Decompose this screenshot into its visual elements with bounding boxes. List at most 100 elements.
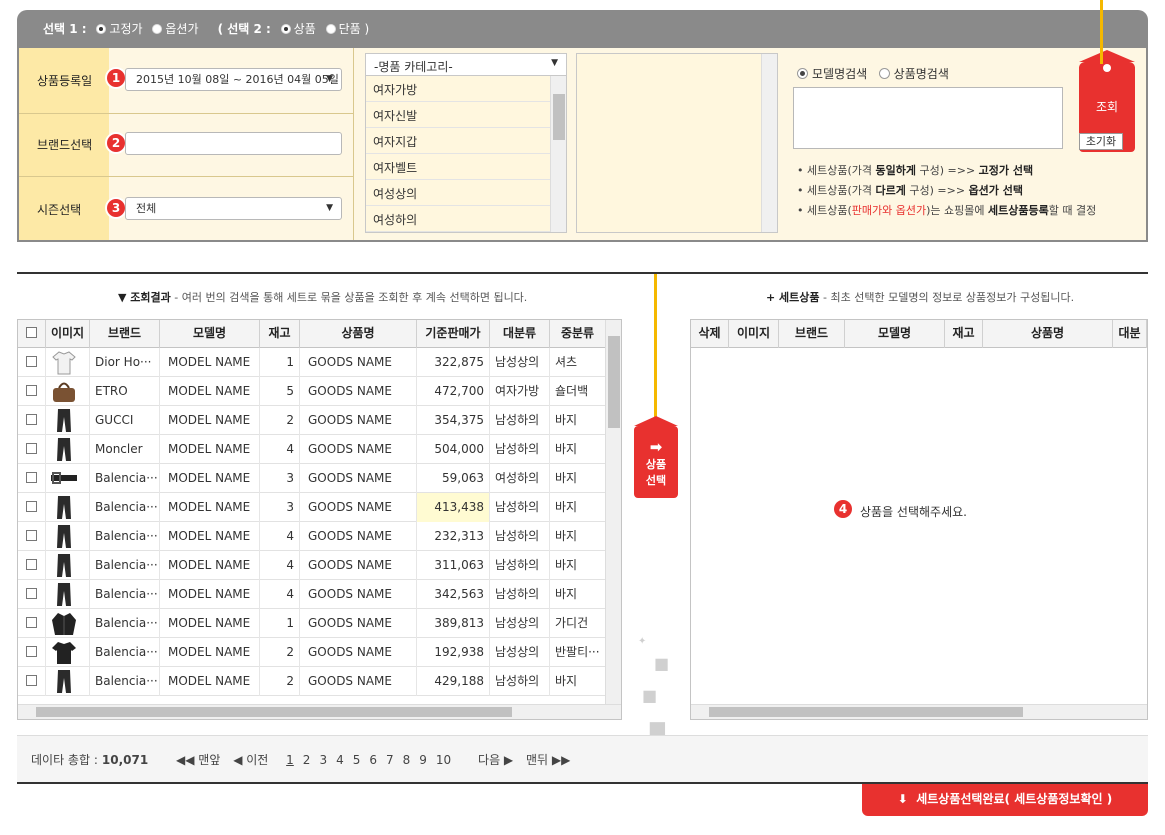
- option-price-radio[interactable]: [152, 24, 163, 34]
- brand-input[interactable]: [125, 132, 342, 155]
- category-item[interactable]: 여자신발: [366, 102, 550, 128]
- page-number-link[interactable]: 5: [353, 753, 361, 767]
- page-number-link[interactable]: 6: [369, 753, 377, 767]
- row-select-cell[interactable]: [18, 464, 46, 493]
- row-checkbox[interactable]: [26, 356, 37, 367]
- select-all-header[interactable]: [18, 320, 46, 348]
- table-cell: 여성하의: [490, 464, 550, 493]
- add-to-set-button[interactable]: ➡ 상품 선택: [634, 416, 678, 498]
- table-row[interactable]: Balencia··· MODEL NAME 4 GOODS NAME 342,563 남…: [18, 580, 606, 609]
- option-price-label[interactable]: 옵션가: [165, 22, 198, 36]
- row-checkbox[interactable]: [26, 675, 37, 686]
- row-select-cell[interactable]: [18, 638, 46, 667]
- first-page-link[interactable]: ◀◀ 맨앞: [176, 753, 220, 767]
- fixed-price-radio[interactable]: [96, 24, 107, 34]
- table-row[interactable]: GUCCI MODEL NAME 2 GOODS NAME 354,375 남성하의 바지: [18, 406, 606, 435]
- goods-search-label[interactable]: 상품명검색: [894, 67, 949, 81]
- category-item[interactable]: 여자지갑: [366, 128, 550, 154]
- fixed-price-label[interactable]: 고정가: [109, 22, 142, 36]
- row-select-cell[interactable]: [18, 406, 46, 435]
- row-checkbox[interactable]: [26, 414, 37, 425]
- category-item[interactable]: 여성하의: [366, 206, 550, 232]
- model-search-radio[interactable]: [797, 68, 808, 79]
- table-row[interactable]: Moncler MODEL NAME 4 GOODS NAME 504,000 남성하의 바…: [18, 435, 606, 464]
- row-select-cell[interactable]: [18, 551, 46, 580]
- row-select-cell[interactable]: [18, 435, 46, 464]
- row-checkbox[interactable]: [26, 501, 37, 512]
- reg-date-row: 상품등록일 1 2015년 10월 08일 ~ 2016년 04월 05일 ▼: [19, 48, 353, 114]
- row-checkbox[interactable]: [26, 443, 37, 454]
- table-row[interactable]: Balencia··· MODEL NAME 3 GOODS NAME 59,063 여성…: [18, 464, 606, 493]
- category-item[interactable]: 여자벨트: [366, 154, 550, 180]
- category-list[interactable]: -명품 카테고리- ▼ 여자가방 여자신발 여자지갑 여자벨트 여성상의 여성하의: [365, 53, 567, 233]
- row-select-cell[interactable]: [18, 667, 46, 696]
- table-cell: MODEL NAME: [160, 638, 260, 667]
- season-select[interactable]: 전체 ▼: [125, 197, 342, 220]
- table-row[interactable]: Balencia··· MODEL NAME 4 GOODS NAME 232,313 남…: [18, 522, 606, 551]
- step-badge-2: 2: [107, 134, 125, 152]
- row-checkbox[interactable]: [26, 617, 37, 628]
- goods-search-radio[interactable]: [878, 68, 890, 79]
- table-row[interactable]: Balencia··· MODEL NAME 1 GOODS NAME 389,813 남…: [18, 609, 606, 638]
- search-textarea[interactable]: [793, 87, 1063, 149]
- select-all-checkbox[interactable]: [26, 327, 37, 338]
- row-checkbox[interactable]: [26, 472, 37, 483]
- page-number-link[interactable]: 7: [386, 753, 394, 767]
- table-row[interactable]: Dior Ho··· MODEL NAME 1 GOODS NAME 322,875 남성…: [18, 348, 606, 377]
- goods-label[interactable]: 상품: [294, 22, 316, 36]
- scroll-thumb[interactable]: [36, 707, 512, 717]
- scroll-thumb[interactable]: [553, 94, 565, 140]
- page-number-link[interactable]: 9: [419, 753, 427, 767]
- subcategory-list[interactable]: [576, 53, 778, 233]
- category-scrollbar[interactable]: [550, 76, 566, 232]
- cell-text: Balencia···: [95, 500, 158, 514]
- row-checkbox[interactable]: [26, 559, 37, 570]
- single-radio[interactable]: [325, 24, 336, 34]
- single-label[interactable]: 단품 ): [339, 22, 370, 36]
- page-number-link[interactable]: 2: [303, 753, 311, 767]
- table-cell: 322,875: [417, 348, 490, 377]
- table-cell: 5: [260, 377, 300, 406]
- reset-button[interactable]: 초기화: [1079, 133, 1123, 150]
- category-item[interactable]: 여성상의: [366, 180, 550, 206]
- table-cell: GOODS NAME: [300, 377, 417, 406]
- row-select-cell[interactable]: [18, 348, 46, 377]
- row-checkbox[interactable]: [26, 530, 37, 541]
- row-checkbox[interactable]: [26, 385, 37, 396]
- table-row[interactable]: Balencia··· MODEL NAME 4 GOODS NAME 311,063 남…: [18, 551, 606, 580]
- results-hscrollbar[interactable]: [18, 704, 621, 719]
- row-select-cell[interactable]: [18, 377, 46, 406]
- row-select-cell[interactable]: [18, 522, 46, 551]
- table-row[interactable]: Balencia··· MODEL NAME 2 GOODS NAME 429,188 남…: [18, 667, 606, 696]
- model-search-label[interactable]: 모델명검색: [812, 67, 867, 81]
- prev-page-link[interactable]: ◀ 이전: [233, 753, 268, 767]
- row-checkbox[interactable]: [26, 646, 37, 657]
- help-note-text: 세트상품(가격: [807, 184, 876, 197]
- set-hscrollbar[interactable]: [691, 704, 1147, 719]
- scroll-thumb[interactable]: [709, 707, 1023, 717]
- complete-set-button[interactable]: ⬇ 세트상품선택완료( 세트상품정보확인 ): [862, 784, 1148, 816]
- subcategory-scrollbar[interactable]: [761, 54, 777, 232]
- arrow-down-icon: ⬇: [897, 792, 908, 806]
- row-select-cell[interactable]: [18, 609, 46, 638]
- season-label: 시즌선택: [37, 203, 82, 217]
- row-select-cell[interactable]: [18, 580, 46, 609]
- page-number-link[interactable]: 4: [336, 753, 344, 767]
- table-row[interactable]: Balencia··· MODEL NAME 3 GOODS NAME 413,438 남…: [18, 493, 606, 522]
- next-page-link[interactable]: 다음 ▶: [478, 753, 513, 767]
- row-select-cell[interactable]: [18, 493, 46, 522]
- results-vscrollbar[interactable]: [605, 320, 621, 704]
- page-number-link[interactable]: 3: [319, 753, 327, 767]
- category-item[interactable]: 여자가방: [366, 76, 550, 102]
- table-row[interactable]: Balencia··· MODEL NAME 2 GOODS NAME 192,938 남…: [18, 638, 606, 667]
- goods-radio[interactable]: [280, 24, 291, 34]
- table-row[interactable]: ETRO MODEL NAME 5 GOODS NAME 472,700 여자가방 숄더백: [18, 377, 606, 406]
- reg-date-select[interactable]: 2015년 10월 08일 ~ 2016년 04월 05일 ▼: [125, 68, 342, 91]
- page-number-link[interactable]: 1: [286, 753, 294, 767]
- scroll-thumb[interactable]: [608, 336, 620, 428]
- last-page-link[interactable]: 맨뒤 ▶▶: [526, 753, 570, 767]
- category-header[interactable]: -명품 카테고리- ▼: [366, 54, 566, 76]
- page-number-link[interactable]: 10: [436, 753, 451, 767]
- page-number-link[interactable]: 8: [403, 753, 411, 767]
- row-checkbox[interactable]: [26, 588, 37, 599]
